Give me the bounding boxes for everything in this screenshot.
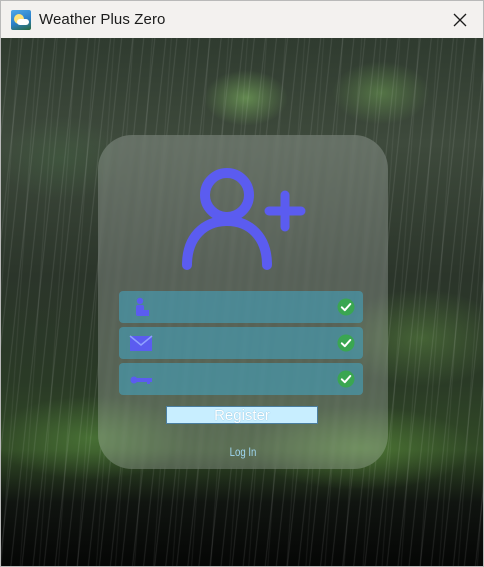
rain-background: Register Log In — [1, 38, 483, 566]
email-field[interactable] — [119, 327, 363, 359]
mail-icon — [129, 335, 153, 351]
password-input[interactable] — [159, 367, 329, 391]
close-icon — [453, 13, 467, 26]
close-button[interactable] — [437, 1, 483, 38]
key-icon — [130, 376, 152, 384]
register-card: Register Log In — [98, 135, 388, 469]
check-icon — [337, 334, 355, 352]
user-add-icon — [182, 168, 306, 270]
username-field[interactable] — [119, 291, 363, 323]
window-title: Weather Plus Zero — [39, 11, 166, 28]
password-field[interactable] — [119, 363, 363, 395]
email-input[interactable] — [159, 331, 329, 355]
user-icon — [136, 297, 149, 316]
check-icon — [337, 370, 355, 388]
username-input[interactable] — [159, 295, 329, 319]
title-bar: Weather Plus Zero — [1, 1, 483, 38]
weather-app-icon — [11, 9, 31, 30]
login-link[interactable]: Log In — [127, 445, 359, 459]
app-window: Weather Plus Zero Register Log In — [0, 0, 484, 567]
register-button[interactable]: Register — [166, 406, 318, 424]
check-icon — [337, 298, 355, 316]
